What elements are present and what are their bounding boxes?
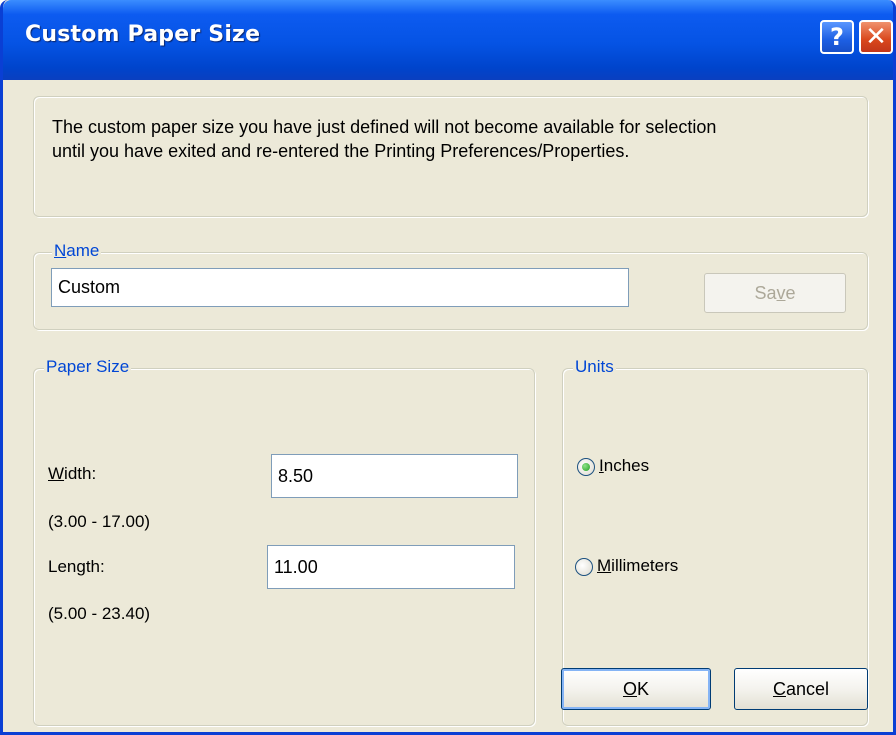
info-message: The custom paper size you have just defi… xyxy=(52,115,852,163)
name-label-rest: ame xyxy=(66,241,100,260)
save-label-pre: Sa xyxy=(754,282,777,303)
name-input[interactable] xyxy=(51,268,629,307)
width-range: (3.00 - 17.00) xyxy=(48,512,151,531)
name-group-label: Name xyxy=(52,241,102,261)
inches-radio[interactable] xyxy=(577,458,595,476)
cancel-button[interactable]: Cancel xyxy=(734,668,868,710)
width-label-rest: idth: xyxy=(64,464,97,483)
millimeters-label[interactable]: Millimeters xyxy=(597,556,678,576)
paper-size-label: Paper Size xyxy=(44,357,132,377)
ok-label: OK xyxy=(623,679,649,700)
help-button[interactable]: ? xyxy=(820,20,854,54)
width-label: Width: xyxy=(48,464,96,484)
units-label: Units xyxy=(573,357,616,377)
inches-label-rest: nches xyxy=(603,456,650,475)
inches-label[interactable]: Inches xyxy=(599,456,649,476)
ok-label-rest: K xyxy=(637,678,650,699)
ok-button[interactable]: OK xyxy=(561,668,711,710)
millimeters-mnemonic: M xyxy=(597,556,612,575)
paper-size-group: Paper Size Width: (3.00 - 17.00) Length:… xyxy=(33,357,535,726)
dialog-window: Custom Paper Size ? ✕ The custom paper s… xyxy=(0,0,896,735)
save-button[interactable]: Save xyxy=(704,273,846,313)
millimeters-label-rest: illimeters xyxy=(611,556,679,575)
question-mark-icon: ? xyxy=(830,23,844,51)
save-label-post: e xyxy=(785,282,796,303)
width-mnemonic: W xyxy=(48,464,65,483)
cancel-label-rest: ancel xyxy=(785,678,830,699)
close-button[interactable]: ✕ xyxy=(859,20,893,54)
message-box: The custom paper size you have just defi… xyxy=(33,96,868,217)
title-bar[interactable]: Custom Paper Size ? ✕ xyxy=(3,0,893,80)
info-message-line-2: until you have exited and re-entered the… xyxy=(52,141,630,161)
ok-mnemonic: O xyxy=(622,678,637,699)
length-range: (5.00 - 23.40) xyxy=(48,604,151,623)
save-mnemonic: v xyxy=(776,282,786,303)
millimeters-radio[interactable] xyxy=(575,558,593,576)
close-x-icon: ✕ xyxy=(865,22,887,52)
width-input[interactable] xyxy=(271,454,518,498)
save-label: Save xyxy=(754,283,795,304)
name-group: Name Save xyxy=(33,241,868,330)
length-input[interactable] xyxy=(267,545,515,589)
info-message-line-1: The custom paper size you have just defi… xyxy=(52,117,717,137)
cancel-label: Cancel xyxy=(773,679,829,700)
name-mnemonic: N xyxy=(54,241,67,260)
length-label: Length: xyxy=(48,557,105,576)
dialog-title: Custom Paper Size xyxy=(25,22,261,47)
dialog-content: The custom paper size you have just defi… xyxy=(3,80,893,732)
cancel-mnemonic: C xyxy=(772,678,786,699)
